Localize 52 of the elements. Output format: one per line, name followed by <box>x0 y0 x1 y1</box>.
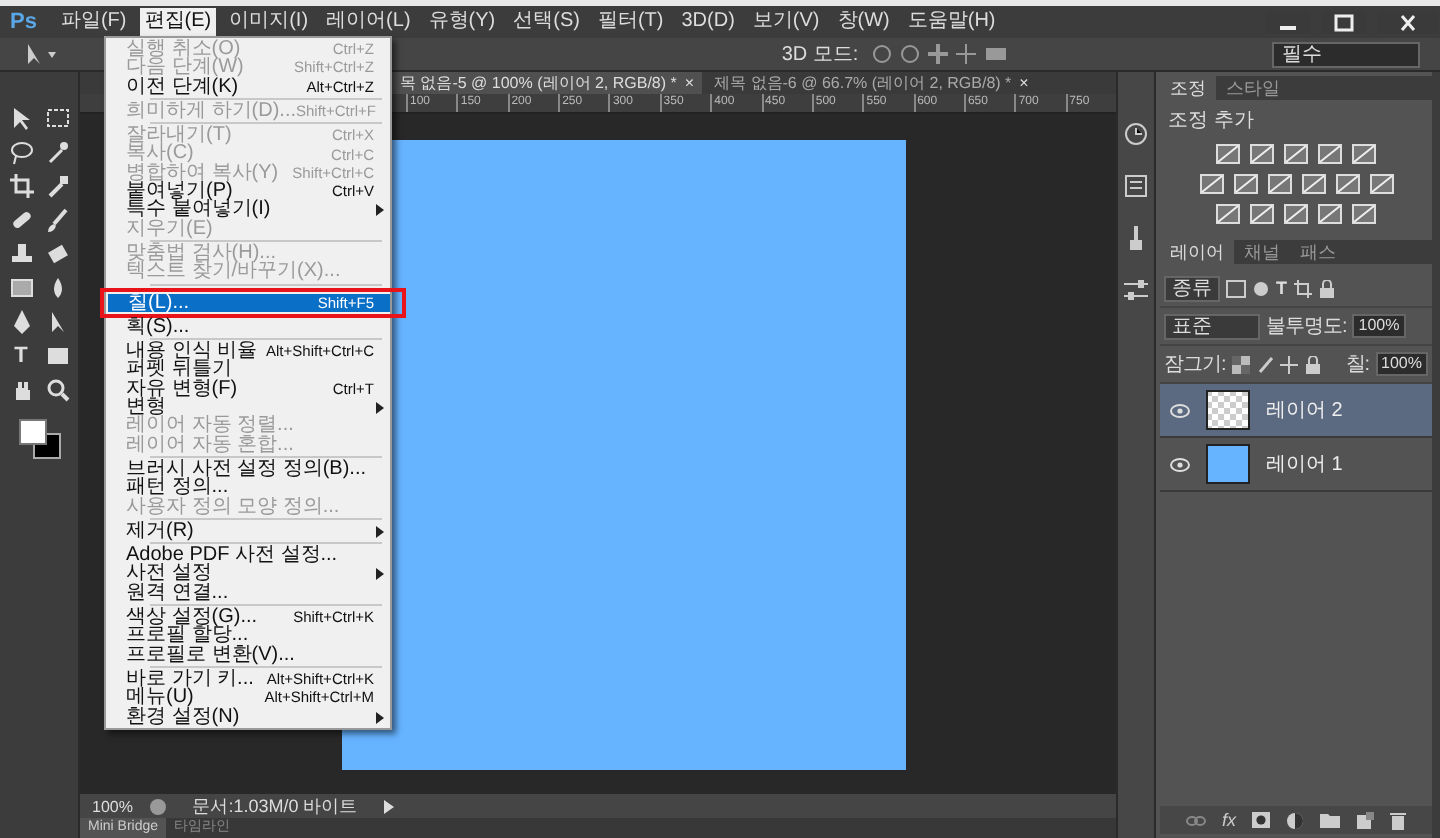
panel-tab[interactable]: 채널 <box>1234 240 1290 264</box>
menu-item[interactable]: 변형 <box>106 398 390 417</box>
opacity-field[interactable]: 100% <box>1352 314 1406 338</box>
menu-item[interactable]: 편집(E) <box>140 8 216 36</box>
menu-item[interactable]: 유형(Y) <box>424 8 500 36</box>
blend-mode-dropdown[interactable]: 표준 <box>1164 313 1260 339</box>
menu-item[interactable]: 브러시 사전 설정 정의(B)... <box>106 459 390 479</box>
panel-tab[interactable]: 스타일 <box>1216 76 1290 100</box>
workspace-dropdown[interactable]: 필수 <box>1272 41 1420 67</box>
menu-item[interactable]: 퍼펫 뒤틀기 <box>106 360 390 380</box>
filter-dropdown[interactable]: 종류 <box>1164 275 1220 301</box>
document-info: 문서:1.03M/0 바이트 <box>190 793 360 819</box>
menu-item[interactable]: 획(S)... <box>106 317 390 337</box>
menu-item[interactable]: 원격 연결... <box>106 583 390 603</box>
menu-item[interactable]: 파일(F) <box>56 8 131 36</box>
menu-item[interactable]: 패턴 정의... <box>106 478 390 498</box>
document-tab[interactable]: 목 없음-5 @ 100% (레이어 2, RGB/8) * × <box>392 72 703 94</box>
panel-tab[interactable]: 레이어 <box>1160 240 1234 264</box>
layer-row[interactable]: 레이어 2 <box>1160 384 1432 438</box>
tab-close[interactable]: × <box>1019 72 1029 94</box>
menu-item[interactable]: 환경 설정(N) <box>106 707 390 726</box>
zoom-level: 100% <box>92 797 133 815</box>
menu-item[interactable]: 프로필 할당... <box>106 626 390 646</box>
layer-name: 레이어 1 <box>1266 452 1343 478</box>
menu-item[interactable]: 보기(V) <box>748 8 824 36</box>
menu-item[interactable]: 프로필로 변환(V)... <box>106 645 390 664</box>
fx-button[interactable]: fx <box>1221 810 1236 830</box>
panel-heading: 조정 추가 <box>1166 108 1254 134</box>
app-logo[interactable]: Ps <box>6 10 47 34</box>
menu-item[interactable]: 필터(T) <box>593 8 668 36</box>
menu-item[interactable]: 선택(S) <box>509 8 584 36</box>
type-filter[interactable]: T <box>1276 278 1287 298</box>
layer-name: 레이어 2 <box>1266 398 1343 424</box>
panel-tab[interactable]: 조정 <box>1160 76 1216 100</box>
layer-row[interactable]: 레이어 1 <box>1160 438 1432 492</box>
panel-tab[interactable]: 패스 <box>1290 240 1346 264</box>
menu-item[interactable]: 특수 붙여넣기(I) <box>106 200 390 220</box>
fill-label: 칠: <box>1345 352 1370 378</box>
menu-item[interactable]: 레이어(L) <box>322 8 415 36</box>
menu-item[interactable]: 사전 설정 <box>106 564 390 584</box>
menu-item[interactable]: 제거(R) <box>106 521 390 541</box>
lock-label: 잠그기: <box>1164 352 1226 378</box>
tab-close[interactable]: × <box>684 72 695 94</box>
menu-item[interactable]: 이미지(I) <box>225 8 313 36</box>
menu-item[interactable]: Adobe PDF 사전 설정... <box>106 546 390 565</box>
fill-field[interactable]: 100% <box>1375 352 1428 376</box>
menu-item[interactable]: 창(W) <box>833 8 894 36</box>
opacity-label: 불투명도: <box>1266 314 1347 340</box>
mode-label: 3D 모드: <box>781 42 859 68</box>
menu-item[interactable]: 도움말(H) <box>903 8 1000 36</box>
menu-item[interactable]: 3D(D) <box>677 8 739 36</box>
type-tool[interactable]: T <box>7 342 35 370</box>
